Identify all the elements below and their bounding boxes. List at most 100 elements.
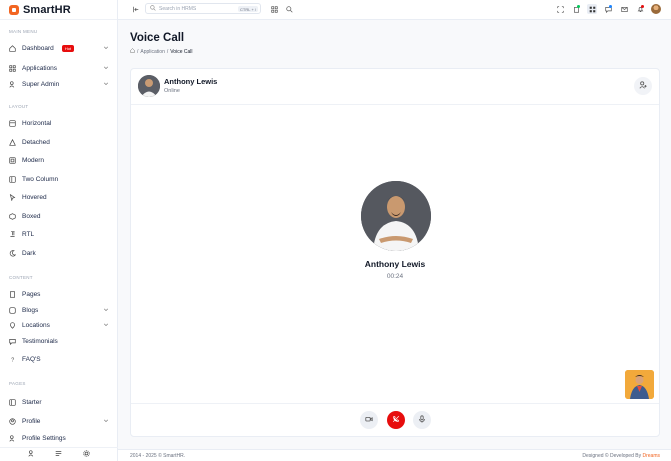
brand-name: SmartHR bbox=[23, 3, 71, 16]
section-title-content: CONTENT bbox=[9, 275, 33, 280]
columns-icon bbox=[9, 175, 16, 183]
user-avatar[interactable] bbox=[650, 3, 662, 15]
sidebar-item-label: FAQ'S bbox=[22, 355, 41, 363]
breadcrumb-separator: / bbox=[137, 48, 139, 55]
caller-photo bbox=[361, 181, 431, 251]
sidebar-item-blogs[interactable]: Blogs bbox=[9, 304, 109, 316]
layout-sidebar-icon bbox=[9, 398, 16, 406]
sidebar-item-rtl[interactable]: RTL bbox=[9, 228, 109, 240]
layout-navbar-icon bbox=[9, 119, 16, 127]
settings-search-icon[interactable] bbox=[284, 4, 294, 14]
sidebar-item-detached[interactable]: Detached bbox=[9, 136, 109, 148]
credit-text: Designed © Developed By Dreams bbox=[582, 453, 660, 459]
apps-grid-icon[interactable] bbox=[269, 4, 279, 14]
sidebar-item-label: Modern bbox=[22, 156, 45, 164]
smart-home-icon bbox=[9, 44, 16, 52]
page-icon bbox=[9, 290, 16, 298]
sidebar-item-label: RTL bbox=[22, 230, 35, 238]
microphone-button[interactable] bbox=[413, 411, 431, 429]
sidebar-item-label: Two Column bbox=[22, 175, 59, 183]
fullscreen-icon[interactable] bbox=[555, 4, 565, 14]
sidebar-item-horizontal[interactable]: Horizontal bbox=[9, 117, 109, 129]
sidebar-item-dark[interactable]: Dark bbox=[9, 247, 109, 259]
breadcrumb-link-application[interactable]: Application bbox=[140, 49, 164, 55]
page-footer: 2014 - 2025 © SmartHR. Designed © Develo… bbox=[118, 449, 671, 461]
sidebar-item-locations[interactable]: Locations bbox=[9, 319, 109, 331]
mail-icon[interactable] bbox=[619, 4, 629, 14]
video-toggle-button[interactable] bbox=[360, 411, 378, 429]
section-title-main-menu: MAIN MENU bbox=[9, 29, 38, 34]
svg-text:?: ? bbox=[11, 357, 14, 362]
box-icon bbox=[9, 156, 16, 164]
sidebar-item-label: Horizontal bbox=[22, 119, 52, 127]
sidebar-item-label: Dark bbox=[22, 249, 36, 257]
pointer-icon bbox=[9, 193, 16, 201]
moon-icon bbox=[9, 249, 16, 257]
breadcrumb-separator: / bbox=[166, 48, 169, 55]
sidebar-item-label: Starter bbox=[22, 398, 42, 406]
sidebar-item-label: Super Admin bbox=[22, 80, 60, 88]
topbar: CTRL + / bbox=[118, 0, 671, 20]
map-pin-icon bbox=[9, 321, 16, 329]
layout-grid-active-icon[interactable] bbox=[587, 4, 597, 14]
sidebar-item-profile[interactable]: Profile bbox=[9, 415, 109, 427]
users-icon[interactable] bbox=[28, 450, 35, 459]
logo-icon bbox=[9, 4, 19, 15]
sidebar-item-label: Profile bbox=[22, 417, 41, 425]
chat-icon[interactable] bbox=[603, 4, 613, 14]
sidebar-item-label: Profile Settings bbox=[22, 434, 66, 442]
message-icon bbox=[9, 338, 16, 345]
clipboard-icon[interactable] bbox=[571, 4, 581, 14]
chevron-down-icon bbox=[103, 65, 109, 71]
search-input[interactable] bbox=[159, 5, 231, 12]
add-user-button[interactable] bbox=[634, 77, 652, 95]
section-title-layout: LAYOUT bbox=[9, 104, 29, 109]
question-mark-icon: ? bbox=[9, 356, 16, 362]
end-call-button[interactable] bbox=[387, 411, 405, 429]
chevron-down-icon bbox=[103, 418, 109, 424]
sidebar-item-pages[interactable]: Pages bbox=[9, 288, 109, 300]
call-header: Anthony Lewis Online bbox=[131, 69, 659, 105]
sidebar-item-modern[interactable]: Modern bbox=[9, 154, 109, 166]
phone-off-icon bbox=[392, 415, 400, 425]
list-check-icon[interactable] bbox=[55, 450, 62, 459]
layout-grid-icon bbox=[9, 64, 16, 72]
sidebar-item-boxed[interactable]: Boxed bbox=[9, 210, 109, 222]
credit-prefix: Designed © Developed By bbox=[582, 453, 642, 459]
sidebar-item-faqs[interactable]: ? FAQ'S bbox=[9, 353, 109, 365]
copyright-text: 2014 - 2025 © SmartHR. bbox=[130, 453, 186, 459]
brand-logo[interactable]: SmartHR bbox=[0, 0, 117, 20]
details-icon bbox=[9, 138, 16, 146]
breadcrumb: / Application / Voice Call bbox=[130, 48, 192, 55]
bell-icon[interactable] bbox=[635, 4, 645, 14]
self-video-thumbnail[interactable] bbox=[625, 370, 654, 399]
sidebar-item-starter[interactable]: Starter bbox=[9, 396, 109, 408]
voice-call-card: Anthony Lewis Online Anthony Lewis 00:24 bbox=[130, 68, 660, 437]
sidebar-item-profile-settings[interactable]: Profile Settings bbox=[9, 432, 109, 444]
sidebar-item-label: Blogs bbox=[22, 306, 39, 314]
brand-blogger-icon bbox=[9, 306, 16, 314]
call-timer: 00:24 bbox=[386, 273, 404, 280]
sidebar-item-super-admin[interactable]: Super Admin bbox=[9, 78, 109, 90]
sidebar-item-dashboard[interactable]: Dashboard Hot bbox=[9, 42, 109, 54]
page-title: Voice Call bbox=[130, 32, 185, 44]
user-circle-icon bbox=[9, 417, 16, 425]
search-box[interactable]: CTRL + / bbox=[145, 3, 261, 14]
sidebar-item-label: Hovered bbox=[22, 193, 47, 201]
sidebar-toggle-icon[interactable] bbox=[130, 4, 140, 14]
user-cog-icon bbox=[9, 434, 16, 442]
sidebar-item-testimonials[interactable]: Testimonials bbox=[9, 335, 109, 347]
sidebar-item-label: Testimonials bbox=[22, 337, 58, 345]
sidebar-item-label: Boxed bbox=[22, 212, 41, 220]
breadcrumb-current: Voice Call bbox=[170, 48, 193, 55]
section-title-pages: PAGES bbox=[9, 381, 26, 386]
sidebar-item-hovered[interactable]: Hovered bbox=[9, 191, 109, 203]
sidebar-item-label: Pages bbox=[22, 290, 41, 298]
sidebar-item-applications[interactable]: Applications bbox=[9, 62, 109, 74]
settings-icon[interactable] bbox=[83, 450, 90, 459]
sidebar-item-two-column[interactable]: Two Column bbox=[9, 173, 109, 185]
chevron-down-icon bbox=[103, 307, 109, 313]
home-icon[interactable] bbox=[130, 48, 135, 55]
credit-link[interactable]: Dreams bbox=[642, 453, 660, 459]
shortcut-badge: CTRL + / bbox=[238, 6, 258, 12]
